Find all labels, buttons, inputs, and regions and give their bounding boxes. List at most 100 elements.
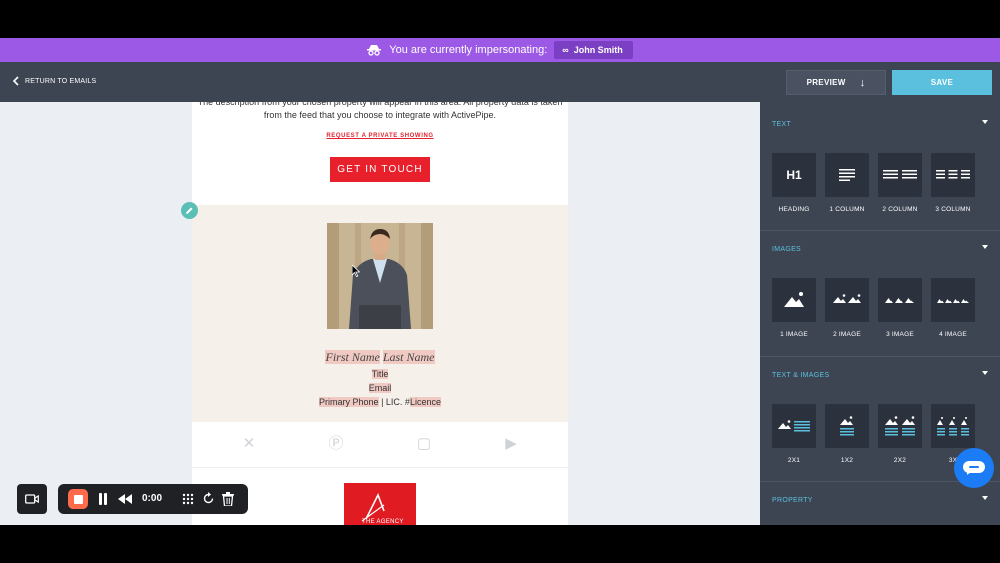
agent-phone-line[interactable]: Primary Phone | LIC. #Licence	[192, 397, 568, 407]
block-1-column[interactable]	[825, 153, 869, 197]
section-header-property[interactable]: PROPERTY	[772, 496, 992, 504]
restart-icon[interactable]	[202, 492, 215, 505]
stop-icon	[73, 494, 83, 504]
preview-button[interactable]: PREVIEW ↓	[786, 70, 886, 95]
agency-logo[interactable]: THE AGENCY	[344, 483, 416, 525]
text-lines-icon	[839, 169, 855, 181]
x-twitter-icon[interactable]: ✕	[240, 436, 258, 452]
block-3-column[interactable]	[931, 153, 975, 197]
arrow-down-icon: ↓	[859, 76, 866, 89]
image-text-3x-icon	[937, 417, 969, 436]
link-icon: ∞	[562, 45, 569, 55]
label-3-column: 3 COLUMN	[935, 206, 971, 213]
triangle-down-icon	[982, 245, 988, 249]
three-image-icon	[885, 298, 914, 303]
block-2x1[interactable]	[772, 404, 816, 448]
block-3x[interactable]	[931, 404, 975, 448]
edit-block-pencil-icon[interactable]	[181, 202, 198, 219]
image-text-2x1-icon	[778, 420, 810, 432]
chevron-left-icon	[12, 76, 19, 86]
property-description[interactable]: The description from your chosen propert…	[192, 102, 568, 122]
block-2-image[interactable]	[825, 278, 869, 322]
label-2-image: 2 IMAGE	[833, 331, 861, 338]
stop-recording-button[interactable]	[68, 489, 88, 509]
label-3-image: 3 IMAGE	[886, 331, 914, 338]
label-heading: HEADING	[778, 206, 810, 213]
two-image-icon	[833, 294, 861, 303]
label-1x2: 1X2	[840, 457, 854, 464]
label-1-image: 1 IMAGE	[780, 331, 808, 338]
camera-toggle-button[interactable]	[17, 484, 47, 514]
section-title-property: PROPERTY	[772, 497, 813, 504]
pause-icon[interactable]	[98, 493, 108, 505]
save-button[interactable]: SAVE	[892, 70, 992, 95]
instagram-icon[interactable]: ▢	[415, 436, 433, 452]
label-2x1: 2X1	[787, 457, 801, 464]
label-2-column: 2 COLUMN	[882, 206, 918, 213]
section-header-text[interactable]: TEXT	[772, 120, 992, 128]
four-image-icon	[937, 299, 969, 303]
section-divider	[760, 230, 1000, 231]
pinterest-icon[interactable]: Ⓟ	[327, 436, 345, 452]
grid-icon[interactable]	[182, 493, 194, 505]
agent-email-line[interactable]: Email	[192, 383, 568, 393]
agent-lic-text: | LIC. #	[381, 397, 410, 407]
agent-title: Title	[371, 369, 389, 379]
block-3-image[interactable]	[878, 278, 922, 322]
spy-icon	[367, 45, 382, 56]
impersonated-user-badge[interactable]: ∞ John Smith	[554, 41, 633, 59]
agent-portrait-image	[327, 223, 433, 329]
trash-icon[interactable]	[222, 492, 234, 506]
agent-last-name: Last Name	[382, 350, 435, 364]
block-2-column[interactable]	[878, 153, 922, 197]
social-links-row: ✕ Ⓟ ▢ ▶	[192, 422, 568, 468]
chat-icon	[963, 461, 985, 475]
impersonation-banner: You are currently impersonating: ∞ John …	[0, 38, 1000, 62]
request-private-showing-link[interactable]: REQUEST A PRIVATE SHOWING	[192, 133, 568, 139]
rewind-icon[interactable]	[118, 494, 132, 504]
section-header-text-images[interactable]: TEXT & IMAGES	[772, 371, 992, 379]
agent-phone: Primary Phone	[319, 397, 379, 407]
agent-first-name: First Name	[325, 350, 380, 364]
chat-support-button[interactable]	[954, 448, 994, 488]
block-1-image[interactable]	[772, 278, 816, 322]
image-text-2x2-icon	[885, 416, 915, 436]
section-header-images[interactable]: IMAGES	[772, 245, 992, 253]
image-text-1x2-icon	[840, 416, 854, 436]
impersonated-user-name: John Smith	[573, 45, 623, 55]
mountain-image-icon	[784, 292, 804, 307]
agent-block[interactable]: First Name Last Name Title Email Primary…	[192, 205, 568, 422]
recording-timer: 0:00	[142, 493, 163, 504]
preview-label: PREVIEW	[806, 78, 846, 87]
get-in-touch-button[interactable]: GET IN TOUCH	[330, 157, 430, 182]
return-to-emails-link[interactable]: RETURN TO EMAILS	[12, 76, 96, 86]
agent-name[interactable]: First Name Last Name	[192, 350, 568, 365]
block-1x2[interactable]	[825, 404, 869, 448]
email-canvas: The description from your chosen propert…	[0, 102, 760, 525]
section-divider	[760, 356, 1000, 357]
youtube-icon[interactable]: ▶	[502, 436, 520, 452]
section-title-images: IMAGES	[772, 246, 802, 253]
agent-title-line[interactable]: Title	[192, 369, 568, 379]
agent-licence: Licence	[409, 397, 441, 407]
block-4-image[interactable]	[931, 278, 975, 322]
return-to-emails-label: RETURN TO EMAILS	[25, 77, 97, 85]
editor-header: RETURN TO EMAILS PREVIEW ↓ SAVE	[0, 62, 1000, 102]
section-title-text: TEXT	[772, 121, 792, 128]
triangle-down-icon	[982, 496, 988, 500]
triangle-down-icon	[982, 371, 988, 375]
two-column-text-icon	[883, 170, 917, 179]
video-camera-icon	[25, 494, 39, 504]
label-4-image: 4 IMAGE	[939, 331, 967, 338]
agent-email: Email	[368, 383, 392, 393]
agent-photo[interactable]	[327, 223, 433, 329]
app-root: You are currently impersonating: ∞ John …	[0, 0, 1000, 563]
heading-glyph: H1	[786, 168, 802, 182]
block-heading[interactable]: H1	[772, 153, 816, 197]
email-template: The description from your chosen propert…	[192, 102, 568, 525]
label-2x2: 2X2	[893, 457, 907, 464]
recording-toolbar: 0:00	[58, 484, 248, 514]
agency-logo-text: THE AGENCY	[362, 519, 404, 525]
triangle-down-icon	[982, 120, 988, 124]
block-2x2[interactable]	[878, 404, 922, 448]
